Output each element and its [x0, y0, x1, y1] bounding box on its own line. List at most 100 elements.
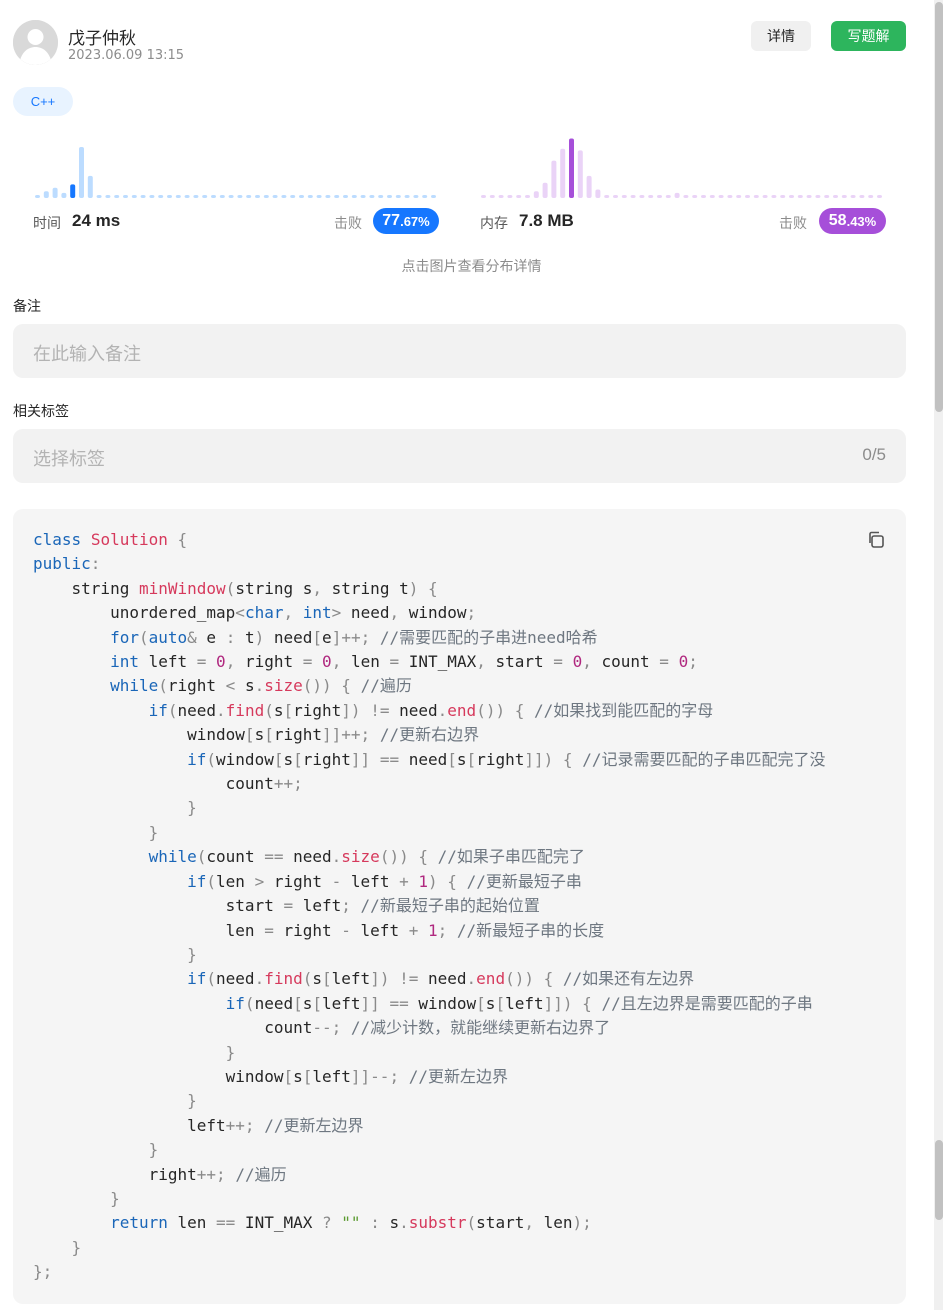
memory-beat-fraction: .43% [846, 213, 877, 229]
memory-distribution-bar [683, 195, 689, 198]
time-distribution-bar [272, 195, 278, 198]
memory-value: 7.8 MB [519, 211, 574, 230]
time-distribution-bar [211, 195, 216, 198]
time-value: 24 ms [72, 211, 121, 230]
time-distribution-bar [193, 195, 199, 198]
tags-counter: 0/5 [862, 445, 886, 464]
author-name[interactable]: 戊子仲秋 [68, 24, 136, 49]
memory-distribution-bar [806, 195, 812, 198]
distribution-charts[interactable] [0, 130, 943, 205]
memory-distribution-bar [621, 195, 627, 198]
time-distribution-bar [184, 195, 190, 198]
memory-distribution-bar [507, 195, 513, 198]
memory-beat-int: 58 [828, 212, 847, 229]
memory-distribution-bar [489, 195, 495, 198]
time-distribution-bar [61, 192, 67, 198]
time-distribution-bar [334, 195, 340, 198]
time-distribution-bar [114, 195, 120, 198]
detail-button[interactable]: 详情 [751, 21, 811, 51]
memory-distribution-bar [877, 195, 882, 198]
scrollbar-thumb-secondary[interactable] [935, 1140, 943, 1220]
scrollbar-thumb[interactable] [935, 2, 943, 412]
memory-distribution-bar [868, 195, 874, 198]
memory-distribution-bar [586, 175, 592, 198]
memory-distribution-bar [789, 195, 794, 198]
tags-label: 相关标签 [13, 403, 69, 419]
memory-distribution-bar [824, 195, 830, 198]
time-distribution-bar [343, 195, 348, 198]
avatar[interactable] [13, 20, 58, 65]
time-distribution-bar [70, 184, 76, 198]
time-distribution-bar [431, 195, 436, 198]
time-distribution-bar [237, 195, 243, 198]
memory-distribution-bar [850, 195, 856, 198]
time-distribution-bar [87, 175, 93, 198]
time-distribution-bar [52, 187, 58, 198]
memory-label: 内存 [480, 215, 508, 231]
time-beat-fraction: .67% [400, 213, 430, 229]
write-solution-button[interactable]: 写题解 [831, 21, 906, 51]
memory-distribution-bar [780, 195, 786, 198]
memory-distribution-bar [595, 189, 601, 198]
memory-distribution-bar [745, 195, 750, 198]
time-distribution-bar [299, 195, 304, 198]
time-distribution-bar [325, 195, 331, 198]
time-distribution-bar [140, 195, 146, 198]
memory-distribution-bar [498, 195, 504, 198]
time-distribution-bar [219, 195, 225, 198]
memory-distribution-bar [542, 182, 548, 198]
tags-placeholder: 选择标签 [33, 449, 105, 469]
memory-distribution-bar [648, 195, 654, 198]
time-distribution-bar [255, 195, 260, 198]
time-distribution-bar [158, 195, 164, 198]
copy-icon[interactable] [866, 530, 886, 550]
memory-beat-label: 击败 [779, 215, 807, 231]
memory-distribution-bar [859, 195, 865, 198]
time-beat-badge: 77.67% [373, 208, 439, 234]
memory-distribution-bar [657, 195, 662, 198]
time-distribution-bar [43, 191, 49, 198]
tags-select[interactable]: 选择标签 0/5 [13, 429, 906, 483]
time-distribution-bar [105, 195, 111, 198]
note-input[interactable]: 在此输入备注 [13, 324, 906, 378]
memory-distribution-bar [533, 191, 539, 198]
memory-distribution-bar [560, 148, 566, 198]
time-distribution-bar [360, 195, 366, 198]
memory-distribution-bar [753, 195, 759, 198]
submission-date: 2023.06.09 13:15 [68, 48, 185, 63]
memory-distribution-bar [525, 195, 530, 198]
memory-distribution-bar [516, 195, 522, 198]
memory-distribution-bar [551, 160, 557, 198]
time-distribution-bar [202, 195, 208, 198]
memory-distribution-bar [762, 195, 768, 198]
memory-distribution-chart [481, 138, 882, 198]
memory-distribution-bar [771, 195, 777, 198]
memory-distribution-bar [833, 195, 838, 198]
user-avatar-icon [13, 20, 58, 65]
time-distribution-bar [378, 195, 384, 198]
time-distribution-chart [35, 147, 436, 198]
time-distribution-bar [307, 195, 313, 198]
time-distribution-bar [387, 195, 392, 198]
time-distribution-bar [413, 195, 419, 198]
time-distribution-bar [351, 195, 357, 198]
time-distribution-bar [369, 195, 375, 198]
time-distribution-bar [263, 195, 269, 198]
time-distribution-bar [79, 147, 84, 198]
memory-distribution-bar [709, 195, 715, 198]
memory-distribution-bar [604, 195, 610, 198]
time-distribution-bar [290, 195, 296, 198]
note-label: 备注 [13, 298, 41, 314]
memory-distribution-bar [718, 195, 724, 198]
time-distribution-bar [167, 195, 172, 198]
distribution-hint[interactable]: 点击图片查看分布详情 [0, 256, 943, 276]
memory-distribution-bar [841, 195, 847, 198]
memory-distribution-bar [577, 150, 583, 198]
time-distribution-bar [175, 195, 181, 198]
memory-distribution-bar [797, 195, 803, 198]
time-distribution-bar [149, 195, 155, 198]
language-tag[interactable]: C++ [13, 87, 73, 116]
time-distribution-bar [96, 195, 102, 198]
time-distribution-bar [316, 195, 322, 198]
time-distribution-bar [131, 195, 137, 198]
